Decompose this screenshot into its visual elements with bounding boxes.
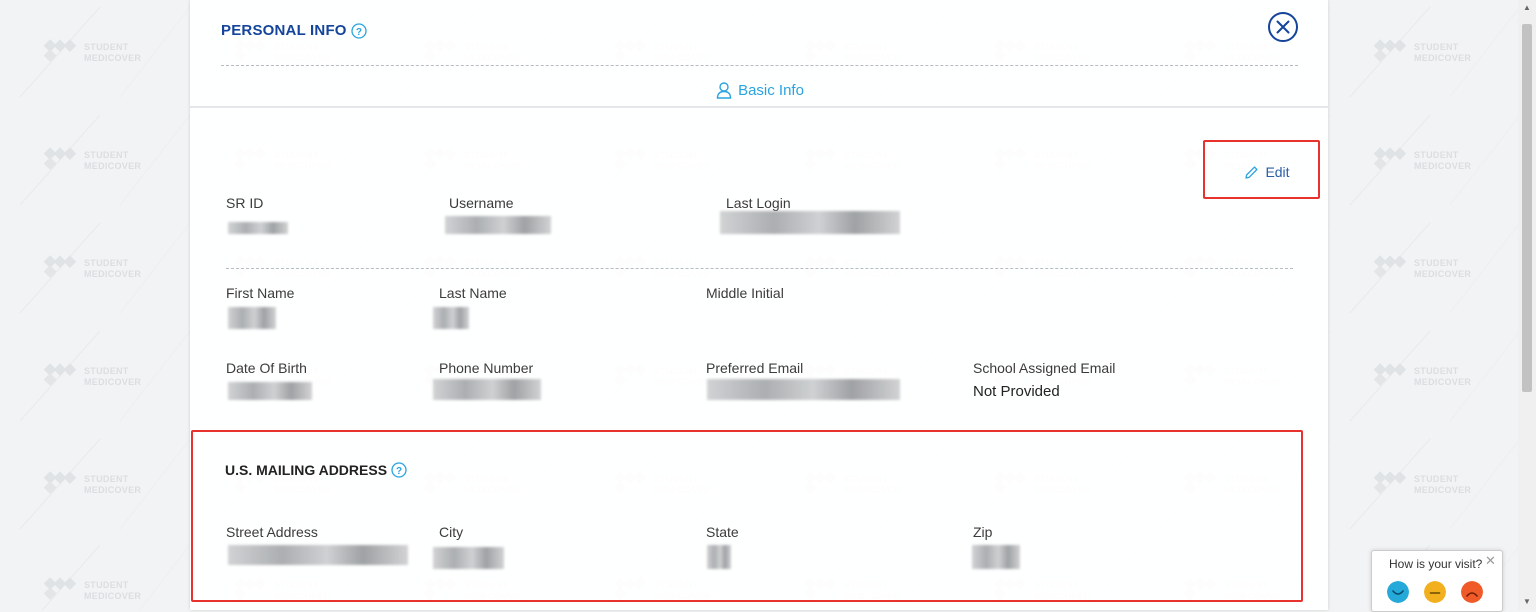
svg-text:STUDENT: STUDENT [84,258,129,268]
svg-text:MEDICOVER: MEDICOVER [84,377,141,387]
edit-button[interactable]: Edit [1237,158,1297,186]
edit-label: Edit [1265,164,1290,180]
pencil-icon [1245,165,1258,179]
mailing-address-highlight-box [191,430,1303,602]
dob-value-redacted [228,382,312,400]
street-address-value-redacted [228,545,408,565]
user-icon [716,82,732,99]
middle-initial-label: Middle Initial [706,285,784,301]
svg-text:MEDICOVER: MEDICOVER [1414,269,1471,279]
sr-id-value-redacted [228,222,288,234]
scroll-down-arrow-icon[interactable]: ▼ [1522,596,1532,608]
svg-text:STUDENT: STUDENT [1414,150,1459,160]
svg-text:STUDENT: STUDENT [1414,258,1459,268]
title-divider [221,65,1298,66]
city-value-redacted [433,547,504,569]
phone-label: Phone Number [439,360,534,376]
state-value-redacted [707,545,731,569]
svg-text:STUDENT: STUDENT [1414,474,1459,484]
tab-basic-info[interactable]: Basic Info [697,82,823,108]
sr-id-label: SR ID [226,195,264,211]
scrollbar-thumb[interactable] [1522,24,1532,392]
scroll-up-arrow-icon[interactable]: ▲ [1522,2,1532,14]
panel-title: PERSONAL INFO ? [221,22,367,39]
section-divider [226,268,1293,269]
city-label: City [439,524,464,540]
svg-text:STUDENT: STUDENT [84,580,129,590]
phone-value-redacted [433,379,541,400]
preferred-email-value-redacted [707,379,900,400]
svg-text:MEDICOVER: MEDICOVER [1414,485,1471,495]
svg-text:MEDICOVER: MEDICOVER [84,53,141,63]
svg-text:STUDENT: STUDENT [1414,42,1459,52]
feedback-widget: How is your visit? ✕ [1371,550,1503,612]
svg-text:STUDENT: STUDENT [84,366,129,376]
svg-text:STUDENT: STUDENT [84,42,129,52]
school-email-value: Not Provided [973,383,1060,400]
mailing-address-title: U.S. MAILING ADDRESS ? [225,462,407,478]
svg-text:STUDENT: STUDENT [84,150,129,160]
svg-text:STUDENT: STUDENT [1414,366,1459,376]
username-value-redacted [445,216,551,234]
last-login-label: Last Login [726,195,791,211]
first-name-value-redacted [228,307,276,329]
neutral-face-icon[interactable] [1424,581,1446,603]
street-address-label: Street Address [226,524,318,540]
feedback-close-icon[interactable]: ✕ [1485,553,1496,569]
username-label: Username [449,195,514,211]
close-icon[interactable] [1267,11,1299,43]
svg-text:MEDICOVER: MEDICOVER [84,485,141,495]
svg-text:MEDICOVER: MEDICOVER [84,269,141,279]
dob-label: Date Of Birth [226,360,307,376]
help-icon[interactable]: ? [351,22,367,39]
mailing-address-title-text: U.S. MAILING ADDRESS [225,462,388,478]
svg-text:?: ? [396,466,402,477]
last-login-value-redacted [720,211,900,234]
first-name-label: First Name [226,285,295,301]
svg-text:MEDICOVER: MEDICOVER [1414,377,1471,387]
tab-divider [190,106,1328,108]
tab-basic-info-label: Basic Info [738,82,804,99]
feedback-question: How is your visit? [1389,557,1483,571]
zip-label: Zip [973,524,993,540]
happy-face-icon[interactable] [1387,581,1409,603]
sad-face-icon[interactable] [1461,581,1483,603]
page-scrollbar[interactable]: ▲ ▼ [1518,0,1536,610]
last-name-value-redacted [433,307,469,329]
last-name-label: Last Name [439,285,507,301]
svg-text:MEDICOVER: MEDICOVER [84,161,141,171]
school-email-label: School Assigned Email [973,360,1116,376]
svg-text:MEDICOVER: MEDICOVER [1414,53,1471,63]
preferred-email-label: Preferred Email [706,360,804,376]
zip-value-redacted [972,545,1020,569]
state-label: State [706,524,739,540]
svg-text:MEDICOVER: MEDICOVER [84,591,141,601]
personal-info-panel: PERSONAL INFO ? Basic Info Edit SR ID Us… [190,0,1328,610]
svg-text:MEDICOVER: MEDICOVER [1414,161,1471,171]
svg-text:STUDENT: STUDENT [84,474,129,484]
help-icon[interactable]: ? [391,462,407,478]
panel-title-text: PERSONAL INFO [221,22,347,39]
svg-text:?: ? [356,27,362,38]
